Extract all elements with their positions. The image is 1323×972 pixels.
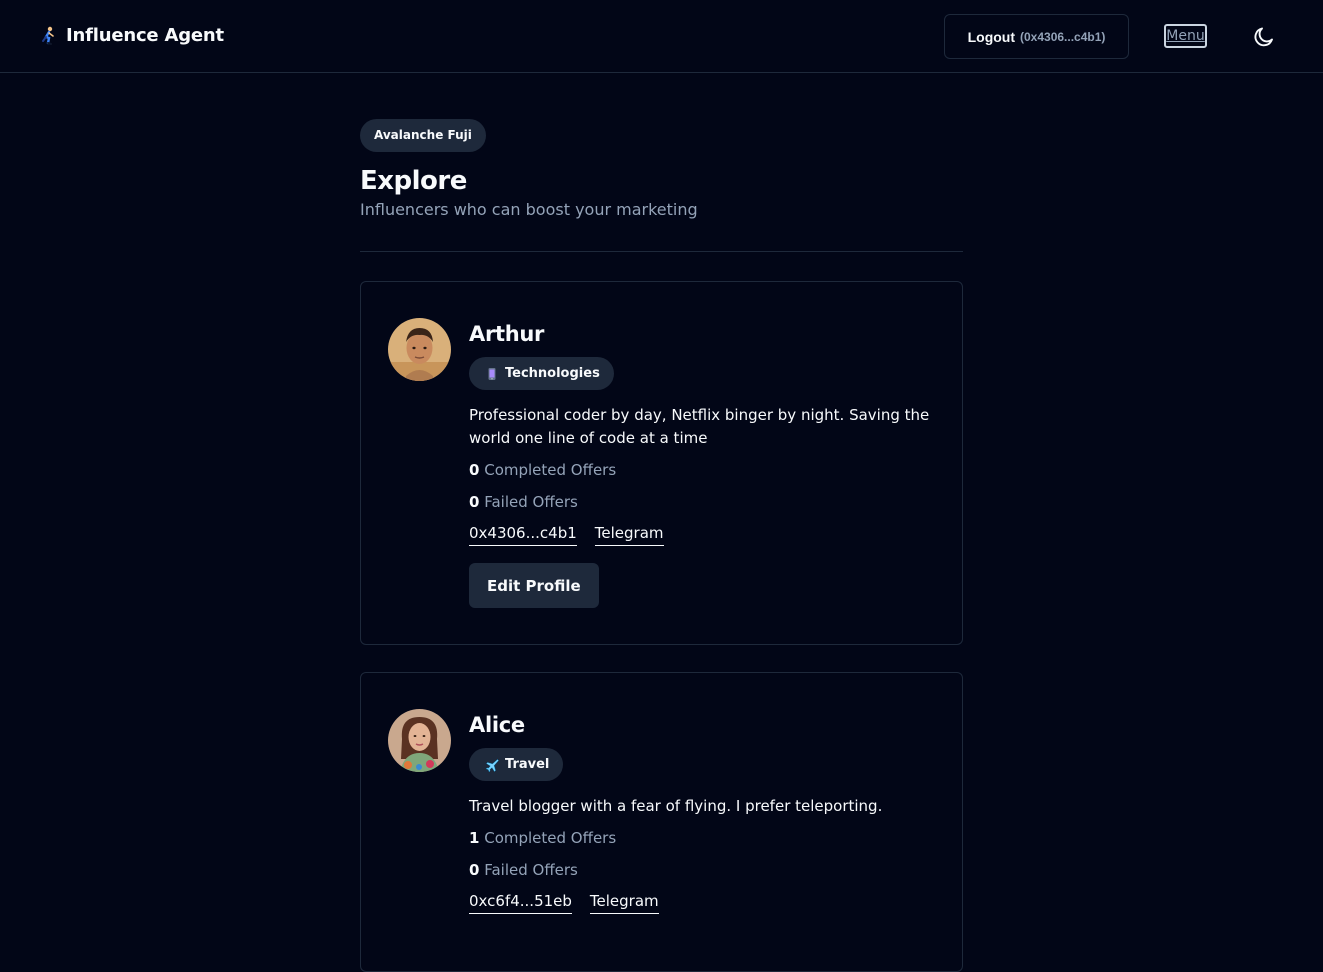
completed-offers: 0 Completed Offers bbox=[469, 458, 942, 482]
page-title: Explore bbox=[360, 166, 467, 196]
telegram-link[interactable]: Telegram bbox=[594, 521, 664, 546]
influencer-card: Alice Travel Travel blogger with a fear … bbox=[360, 672, 963, 972]
category-badge: Travel bbox=[469, 748, 564, 781]
logout-label: Logout bbox=[967, 28, 1016, 45]
card-body: Arthur Technologies Professional coder b… bbox=[469, 318, 942, 608]
failed-offers: 0 Failed Offers bbox=[469, 490, 942, 514]
edit-profile-button[interactable]: Edit Profile bbox=[469, 563, 599, 608]
explore-section: Avalanche Fuji Explore Influencers who c… bbox=[360, 119, 963, 972]
influencer-bio: Professional coder by day, Netflix binge… bbox=[469, 406, 930, 447]
completed-count: 1 bbox=[469, 829, 480, 847]
avatar-arthur-image bbox=[388, 318, 451, 381]
moon-icon[interactable] bbox=[1252, 25, 1276, 49]
influencer-card: Arthur Technologies Professional coder b… bbox=[360, 281, 963, 645]
category-label: Technologies bbox=[505, 366, 600, 381]
completed-label: Completed Offers bbox=[484, 461, 617, 479]
brand-title: Influence Agent bbox=[66, 25, 224, 46]
avatar bbox=[388, 318, 451, 381]
airplane-icon bbox=[485, 758, 499, 772]
category-badge: Technologies bbox=[469, 357, 614, 390]
logout-button[interactable]: Logout (0x4306...c4b1) bbox=[944, 14, 1129, 59]
logout-address: (0x4306...c4b1) bbox=[1020, 29, 1106, 44]
influencer-name: Alice bbox=[469, 713, 525, 737]
failed-offers: 0 Failed Offers bbox=[469, 858, 942, 882]
failed-label: Failed Offers bbox=[484, 493, 578, 511]
category-label: Travel bbox=[505, 757, 550, 772]
influencer-bio: Travel blogger with a fear of flying. I … bbox=[469, 797, 883, 815]
page-subtitle: Influencers who can boost your marketing bbox=[360, 200, 698, 219]
telegram-link[interactable]: Telegram bbox=[589, 889, 659, 914]
completed-count: 0 bbox=[469, 461, 480, 479]
card-body: Alice Travel Travel blogger with a fear … bbox=[469, 709, 942, 914]
brand[interactable]: Influence Agent bbox=[40, 25, 224, 46]
influencer-name: Arthur bbox=[469, 322, 545, 346]
completed-offers: 1 Completed Offers bbox=[469, 826, 942, 850]
profile-links: 0xc6f4...51eb Telegram bbox=[469, 889, 942, 914]
failed-count: 0 bbox=[469, 861, 480, 879]
wallet-address-link[interactable]: 0x4306...c4b1 bbox=[469, 521, 577, 546]
phone-icon bbox=[488, 367, 496, 380]
menu-button[interactable]: Menu bbox=[1164, 24, 1207, 48]
divider bbox=[360, 251, 963, 252]
network-badge: Avalanche Fuji bbox=[360, 119, 486, 152]
wallet-address-link[interactable]: 0xc6f4...51eb bbox=[469, 889, 572, 914]
failed-count: 0 bbox=[469, 493, 480, 511]
completed-label: Completed Offers bbox=[484, 829, 617, 847]
profile-links: 0x4306...c4b1 Telegram bbox=[469, 521, 942, 546]
avatar-alice-image bbox=[388, 709, 451, 772]
running-person-icon bbox=[42, 26, 54, 45]
failed-label: Failed Offers bbox=[484, 861, 578, 879]
top-navbar: Influence Agent Logout (0x4306...c4b1) M… bbox=[0, 0, 1323, 73]
avatar bbox=[388, 709, 451, 772]
